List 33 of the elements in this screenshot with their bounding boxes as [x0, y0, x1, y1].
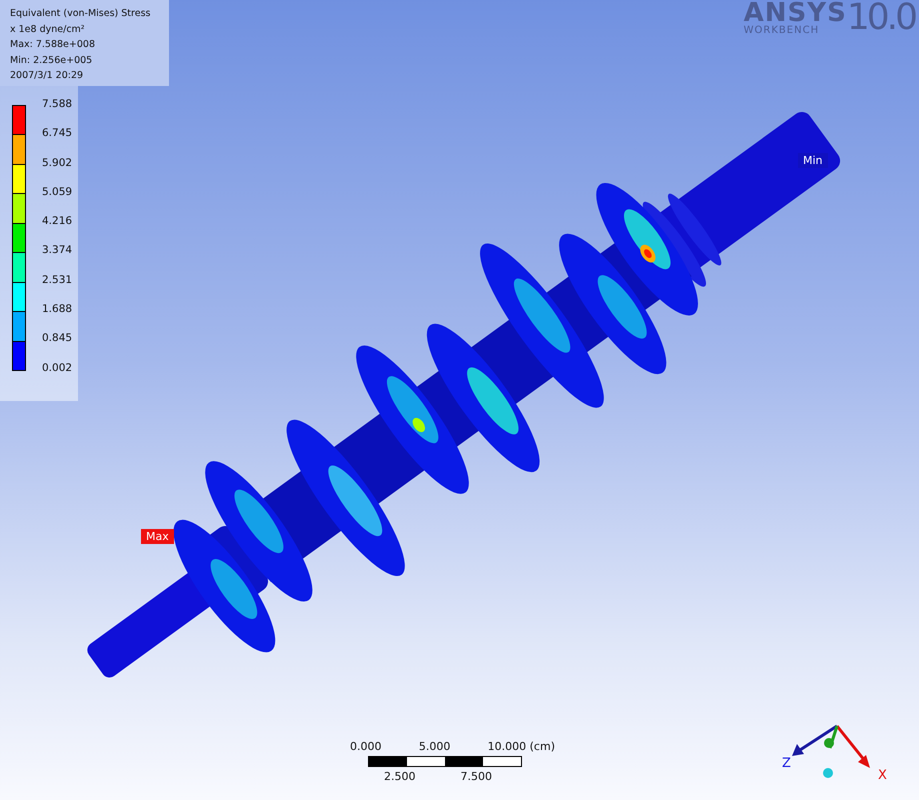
legend-max: Max: 7.588e+008: [10, 38, 96, 52]
legend-title: Equivalent (von-Mises) Stress: [10, 7, 152, 21]
legend-value: 0.002: [42, 360, 72, 376]
legend-value: 6.745: [42, 126, 72, 142]
legend-value: 7.588: [42, 97, 72, 112]
z-axis-arrow: [792, 724, 838, 756]
y-axis-arrow: [824, 726, 838, 748]
probe-label: Max: [141, 529, 174, 544]
legend-date: 2007/3/1 20:29: [10, 69, 84, 83]
origin-sphere-icon: [823, 768, 833, 778]
scale-label: 0.000: [350, 740, 382, 753]
logo-product: WORKBENCH: [744, 26, 820, 36]
legend-value: 0.845: [42, 331, 72, 346]
scale-label: 7.500: [460, 770, 492, 783]
probe-label: Min: [798, 153, 828, 168]
legend-value: 2.531: [42, 272, 72, 288]
z-axis-label: Z: [782, 756, 791, 771]
scale-label: 10.000 (cm): [488, 740, 555, 753]
scale-label: 5.000: [418, 740, 450, 753]
legend-units: x 1e8 dyne/cm²: [10, 22, 86, 36]
legend-min: Min: 2.256e+005: [10, 54, 94, 68]
scale-label: 2.500: [384, 770, 416, 783]
x-axis-arrow: [836, 725, 870, 768]
logo-version: 10.0: [846, 0, 915, 36]
logo-name: ANSYS: [744, 0, 847, 26]
legend-value: 5.902: [42, 156, 72, 171]
legend-value: 1.688: [42, 302, 72, 318]
legend-value: 4.216: [42, 214, 72, 230]
legend-value: 5.059: [42, 184, 72, 200]
legend-value: 3.374: [42, 243, 72, 258]
scale-bar-segment: [483, 757, 521, 766]
scale-bar-segment: [407, 757, 445, 766]
x-axis-label: X: [878, 768, 887, 783]
